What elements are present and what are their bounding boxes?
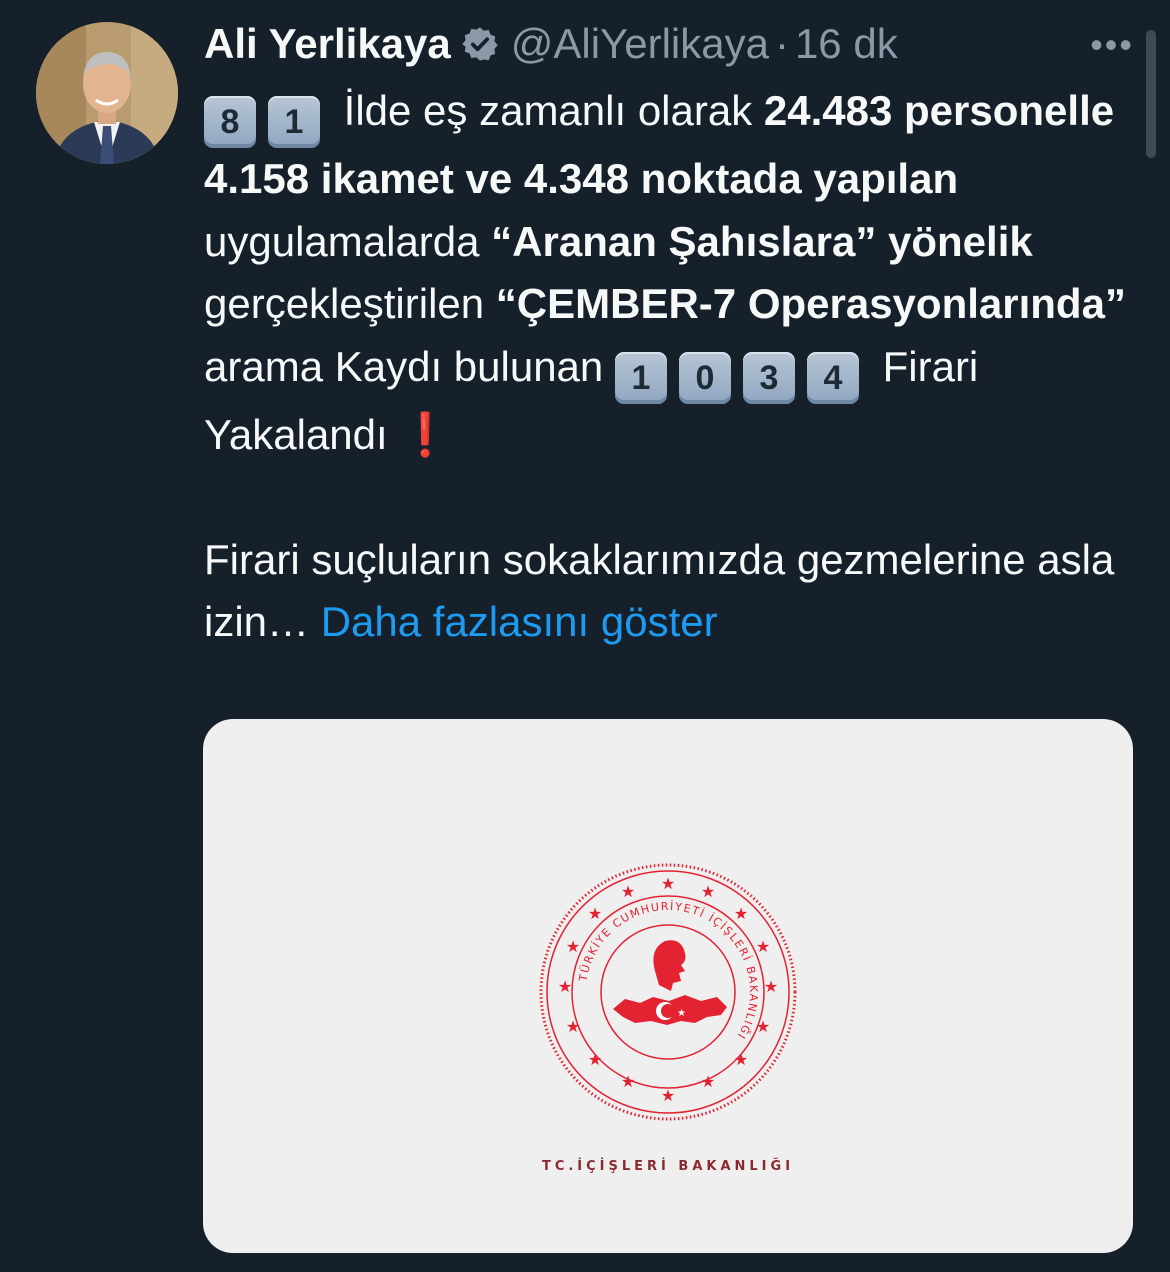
keycap-digit: 3 bbox=[742, 351, 795, 404]
more-options-icon[interactable]: ••• bbox=[1090, 24, 1134, 66]
svg-text:★: ★ bbox=[734, 904, 748, 923]
avatar-image bbox=[36, 22, 178, 164]
bold-segment: “Aranan Şahıslara” yönelik bbox=[491, 217, 1033, 265]
avatar[interactable] bbox=[36, 22, 178, 164]
svg-text:★: ★ bbox=[756, 937, 770, 956]
svg-text:★: ★ bbox=[764, 977, 778, 996]
show-more-link[interactable]: Daha fazlasını göster bbox=[321, 598, 718, 645]
text-segment: arama Kaydı bulunan bbox=[204, 342, 615, 390]
svg-text:★: ★ bbox=[588, 904, 602, 923]
text-segment: uygulamalarda bbox=[204, 217, 492, 265]
keycap-digit: 8 bbox=[204, 96, 256, 148]
svg-text:★: ★ bbox=[621, 882, 635, 901]
keycap-digit: 1 bbox=[614, 351, 667, 404]
tweet-media-image[interactable]: ★ ★ ★ ★ ★ ★ ★ ★ ★ ★ ★ ★ ★ ★ ★ ★ TÜRKİYE … bbox=[203, 719, 1133, 1253]
verified-badge-icon bbox=[461, 25, 499, 63]
tweet-text: 81 İlde eş zamanlı olarak 24.483 persone… bbox=[204, 80, 1144, 654]
svg-text:★: ★ bbox=[661, 874, 675, 893]
svg-text:★: ★ bbox=[621, 1072, 635, 1091]
svg-text:★: ★ bbox=[588, 1050, 602, 1069]
svg-text:★: ★ bbox=[701, 882, 715, 901]
post-time[interactable]: 16 dk bbox=[795, 20, 898, 68]
svg-text:★: ★ bbox=[677, 1008, 686, 1019]
keycap-digit: 0 bbox=[678, 351, 731, 404]
keycap-digit: 1 bbox=[268, 96, 320, 148]
bold-segment: “ÇEMBER-7 Operasyonlarında” bbox=[495, 280, 1126, 327]
tweet-header: Ali Yerlikaya @AliYerlikaya · 16 dk ••• bbox=[204, 18, 1134, 70]
exclamation-icon: ❗ bbox=[399, 410, 452, 458]
header-separator: · bbox=[774, 20, 789, 67]
svg-text:★: ★ bbox=[734, 1050, 748, 1069]
author-handle[interactable]: @AliYerlikaya bbox=[511, 20, 769, 68]
seal-caption: TC.İÇİŞLERİ BAKANLIĞI bbox=[541, 1159, 795, 1174]
text-segment: İlde eş zamanlı olarak bbox=[343, 87, 764, 134]
svg-text:★: ★ bbox=[756, 1017, 770, 1036]
author-name[interactable]: Ali Yerlikaya bbox=[204, 20, 451, 68]
ministry-seal-icon: ★ ★ ★ ★ ★ ★ ★ ★ ★ ★ ★ ★ ★ ★ ★ ★ TÜRKİYE … bbox=[539, 863, 797, 1121]
keycap-digit: 4 bbox=[806, 351, 859, 404]
svg-text:★: ★ bbox=[566, 1017, 580, 1036]
text-segment: gerçekleştirilen bbox=[204, 280, 496, 327]
svg-text:★: ★ bbox=[661, 1086, 675, 1105]
scrollbar[interactable] bbox=[1146, 30, 1156, 158]
svg-text:★: ★ bbox=[701, 1072, 715, 1091]
svg-text:★: ★ bbox=[558, 977, 572, 996]
svg-text:★: ★ bbox=[566, 937, 580, 956]
